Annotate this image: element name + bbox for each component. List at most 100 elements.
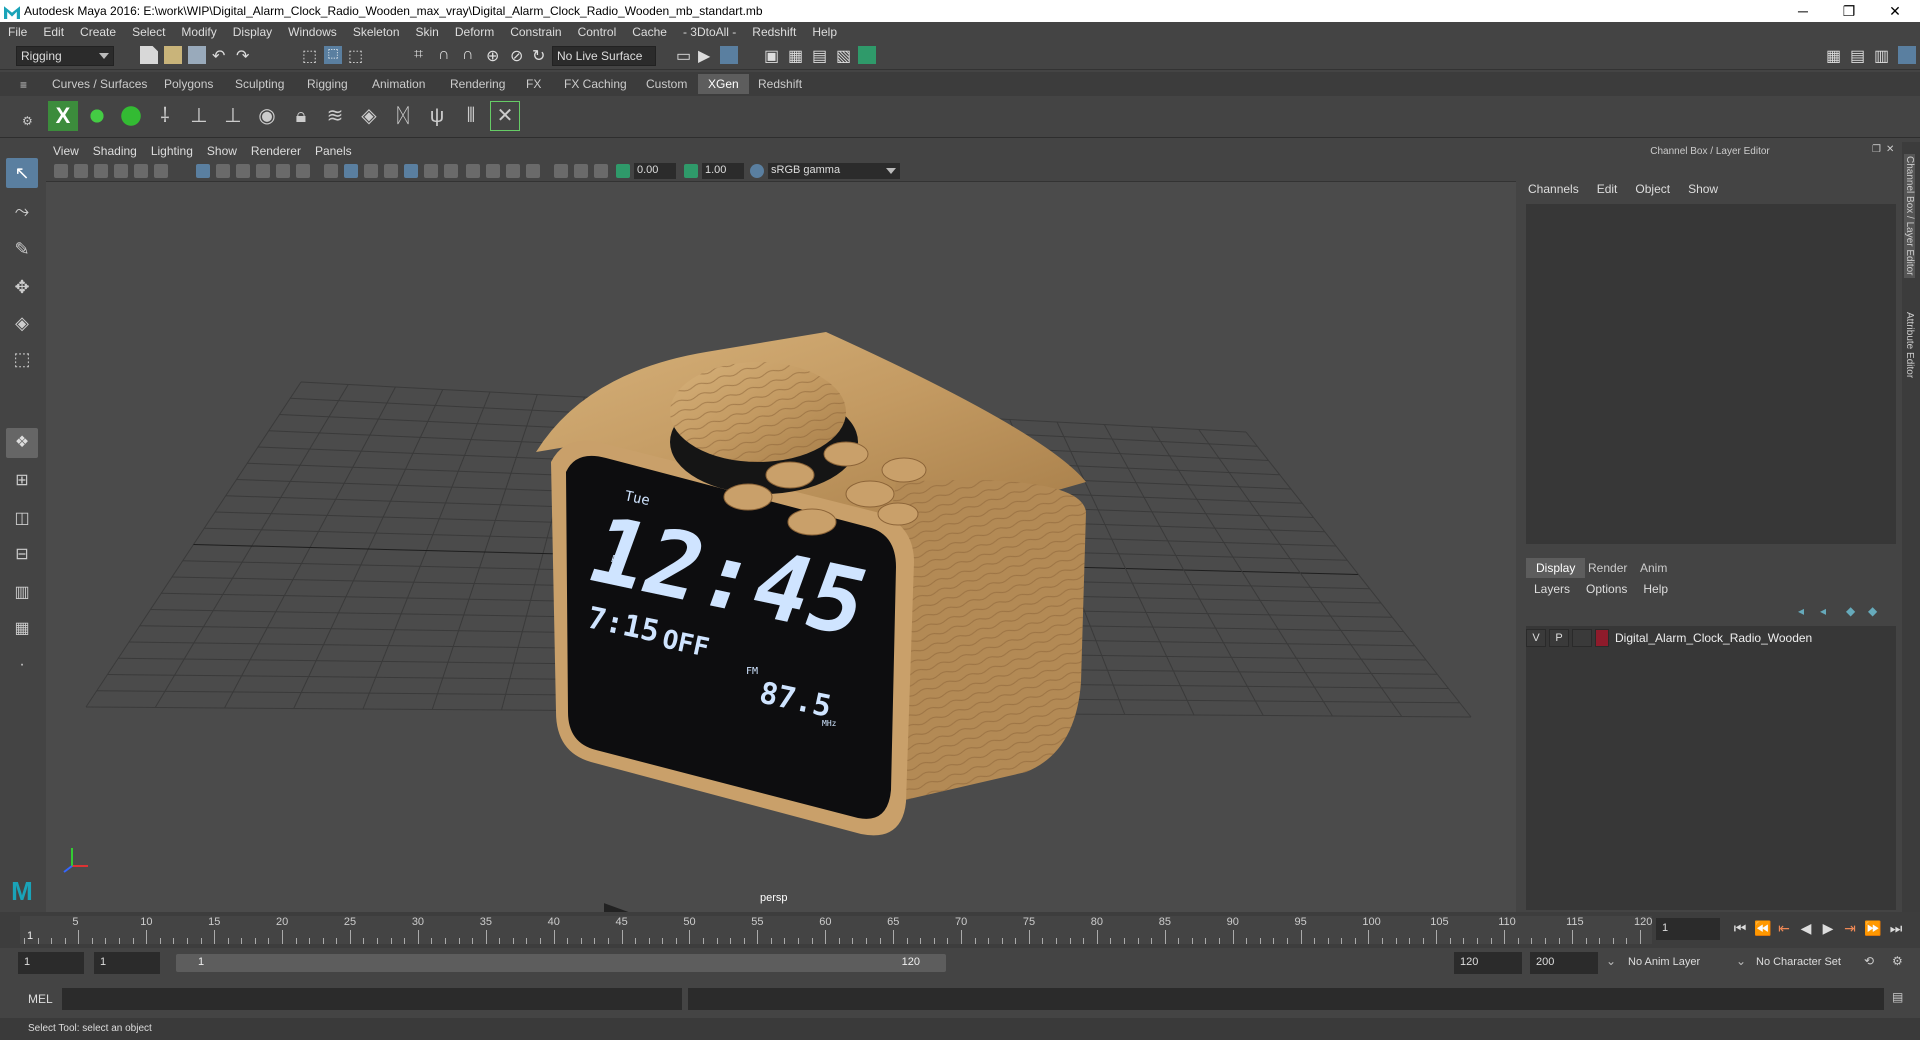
- xgen-generate-layers-icon[interactable]: ◈: [354, 101, 384, 131]
- close-panel-icon[interactable]: ✕: [1886, 144, 1894, 155]
- grease-pencil-icon[interactable]: [154, 164, 168, 178]
- exposure-icon[interactable]: [616, 164, 630, 178]
- camera-lock-icon[interactable]: [74, 164, 88, 178]
- image-plane-icon[interactable]: [114, 164, 128, 178]
- live-surface-field[interactable]: No Live Surface: [552, 46, 656, 66]
- layer-row[interactable]: V P Digital_Alarm_Clock_Radio_Wooden: [1526, 628, 1896, 648]
- end-time-field[interactable]: 200: [1530, 952, 1598, 974]
- wireframe-on-shaded-icon[interactable]: [364, 164, 378, 178]
- shadows-icon[interactable]: [424, 164, 438, 178]
- xray-icon[interactable]: [554, 164, 568, 178]
- layer-name[interactable]: Digital_Alarm_Clock_Radio_Wooden: [1615, 631, 1812, 645]
- vp-menu-renderer[interactable]: Renderer: [244, 144, 308, 158]
- show-menu[interactable]: Show: [1688, 182, 1718, 196]
- layer-color-swatch[interactable]: [1595, 629, 1609, 647]
- clock-button-2[interactable]: [823, 441, 869, 467]
- float-panel-icon[interactable]: ❐: [1872, 144, 1881, 155]
- clock-button-6[interactable]: [787, 508, 837, 536]
- menu-display[interactable]: Display: [225, 25, 280, 39]
- shelf-menu-icon[interactable]: ≡: [20, 78, 32, 92]
- auto-key-icon[interactable]: ⟲: [1864, 954, 1874, 968]
- snap-point-icon[interactable]: ∩: [462, 46, 480, 64]
- menu-windows[interactable]: Windows: [280, 25, 345, 39]
- menu-edit[interactable]: Edit: [35, 25, 72, 39]
- lasso-tool-icon[interactable]: ⤳: [6, 196, 38, 226]
- 2d-pan-zoom-icon[interactable]: [134, 164, 148, 178]
- gate-mask-icon[interactable]: [256, 164, 270, 178]
- perspective-viewport[interactable]: View Shading Lighting Show Renderer Pane…: [46, 142, 1516, 912]
- render-settings-icon[interactable]: ▣: [764, 46, 782, 65]
- start-time-field[interactable]: 1: [18, 952, 84, 974]
- menu-constrain[interactable]: Constrain: [502, 25, 569, 39]
- select-hierarchy-icon[interactable]: ⬚: [302, 46, 320, 65]
- four-view-layout-icon[interactable]: ⊞: [6, 466, 38, 496]
- play-backwards-icon[interactable]: ◀: [1798, 920, 1814, 936]
- tab-animation[interactable]: Animation: [362, 74, 435, 94]
- menu-deform[interactable]: Deform: [447, 25, 502, 39]
- gamma-icon[interactable]: [684, 164, 698, 178]
- grid-toggle-icon[interactable]: [196, 164, 210, 178]
- layers-menu[interactable]: Layers: [1534, 582, 1570, 596]
- select-object-icon[interactable]: ⬚: [324, 46, 342, 64]
- character-controls-icon[interactable]: ▥: [1874, 46, 1892, 65]
- hypershade-layout-icon[interactable]: ▦: [6, 614, 38, 644]
- screen-space-ao-icon[interactable]: [444, 164, 458, 178]
- menu-control[interactable]: Control: [570, 25, 625, 39]
- snap-grid-icon[interactable]: ⌗: [414, 46, 432, 64]
- tab-attribute-editor[interactable]: Attribute Editor: [1904, 312, 1915, 378]
- help-menu[interactable]: Help: [1643, 582, 1668, 596]
- xgen-guides-to-curves-icon[interactable]: ≋: [320, 101, 350, 131]
- tab-fx[interactable]: FX: [516, 74, 551, 94]
- move-tool-icon[interactable]: ✥: [6, 272, 38, 302]
- redshift-ipr-icon[interactable]: [858, 46, 876, 64]
- time-ruler[interactable]: 5 10 15 20 25 30 35 40 45 50 55 60 65 70 75 80 85 90 95 100…: [20, 916, 1652, 944]
- character-set-dropdown[interactable]: No Character Set: [1750, 952, 1860, 974]
- render-view-icon[interactable]: ▤: [812, 46, 830, 65]
- go-to-end-icon[interactable]: ⏭: [1888, 920, 1904, 936]
- tab-rendering[interactable]: Rendering: [440, 74, 515, 94]
- tab-custom[interactable]: Custom: [636, 74, 697, 94]
- two-pane-layout-icon[interactable]: ◫: [6, 504, 38, 534]
- xgen-cut-icon[interactable]: ⫴: [456, 101, 486, 131]
- vp-menu-view[interactable]: View: [46, 144, 86, 158]
- open-scene-icon[interactable]: [164, 46, 182, 64]
- chevron-down-icon[interactable]: ⌄: [1606, 954, 1616, 968]
- minimize-button[interactable]: ─: [1780, 0, 1826, 22]
- bookmark-icon[interactable]: [94, 164, 108, 178]
- menu-set-dropdown[interactable]: Rigging: [16, 46, 114, 66]
- clock-button-5[interactable]: [881, 457, 927, 483]
- tab-anim-layers[interactable]: Anim: [1630, 558, 1677, 578]
- close-button[interactable]: ✕: [1872, 0, 1918, 22]
- xgen-curves-to-guides-icon[interactable]: ✕: [490, 101, 520, 131]
- go-to-start-icon[interactable]: ⏮: [1732, 920, 1748, 936]
- clock-button-3[interactable]: [723, 483, 773, 511]
- film-gate-icon[interactable]: [216, 164, 230, 178]
- script-editor-icon[interactable]: ▤: [1892, 990, 1903, 1004]
- multisample-aa-icon[interactable]: [486, 164, 500, 178]
- range-slider[interactable]: 1 120: [176, 954, 946, 972]
- tab-polygons[interactable]: Polygons: [154, 74, 223, 94]
- use-all-lights-icon[interactable]: [404, 164, 418, 178]
- layer-type-toggle[interactable]: [1572, 629, 1592, 647]
- anim-end-field[interactable]: 120: [1454, 952, 1522, 974]
- paint-select-icon[interactable]: ✎: [6, 234, 38, 264]
- vp-menu-panels[interactable]: Panels: [308, 144, 359, 158]
- hypershade-icon[interactable]: ▦: [788, 46, 806, 65]
- menu-3dtoall[interactable]: - 3DtoAll -: [675, 25, 744, 39]
- xgen-sculpt-guides-icon[interactable]: ⊥: [184, 101, 214, 131]
- smooth-shade-icon[interactable]: [344, 164, 358, 178]
- menu-skin[interactable]: Skin: [408, 25, 447, 39]
- xgen-preview-icon[interactable]: [82, 101, 112, 131]
- play-forwards-icon[interactable]: ▶: [1820, 920, 1836, 936]
- clock-button-1[interactable]: [765, 461, 815, 489]
- tab-xgen[interactable]: XGen: [698, 74, 749, 94]
- menu-create[interactable]: Create: [72, 25, 124, 39]
- color-space-dropdown[interactable]: sRGB gamma: [768, 163, 900, 179]
- xgen-add-guides-icon[interactable]: ⊥: [218, 101, 248, 131]
- new-layer-from-selected-icon[interactable]: ◆: [1868, 604, 1877, 618]
- step-forward-icon[interactable]: ⏩: [1864, 920, 1881, 936]
- graph-layout-icon[interactable]: ▥: [6, 578, 38, 608]
- snap-surface-icon[interactable]: ↻: [532, 46, 550, 65]
- scene-canvas[interactable]: Tue AM 12:45 7:15 OFF FM 87.5 MHz: [46, 182, 1516, 912]
- animation-preferences-icon[interactable]: ⚙: [1892, 954, 1903, 968]
